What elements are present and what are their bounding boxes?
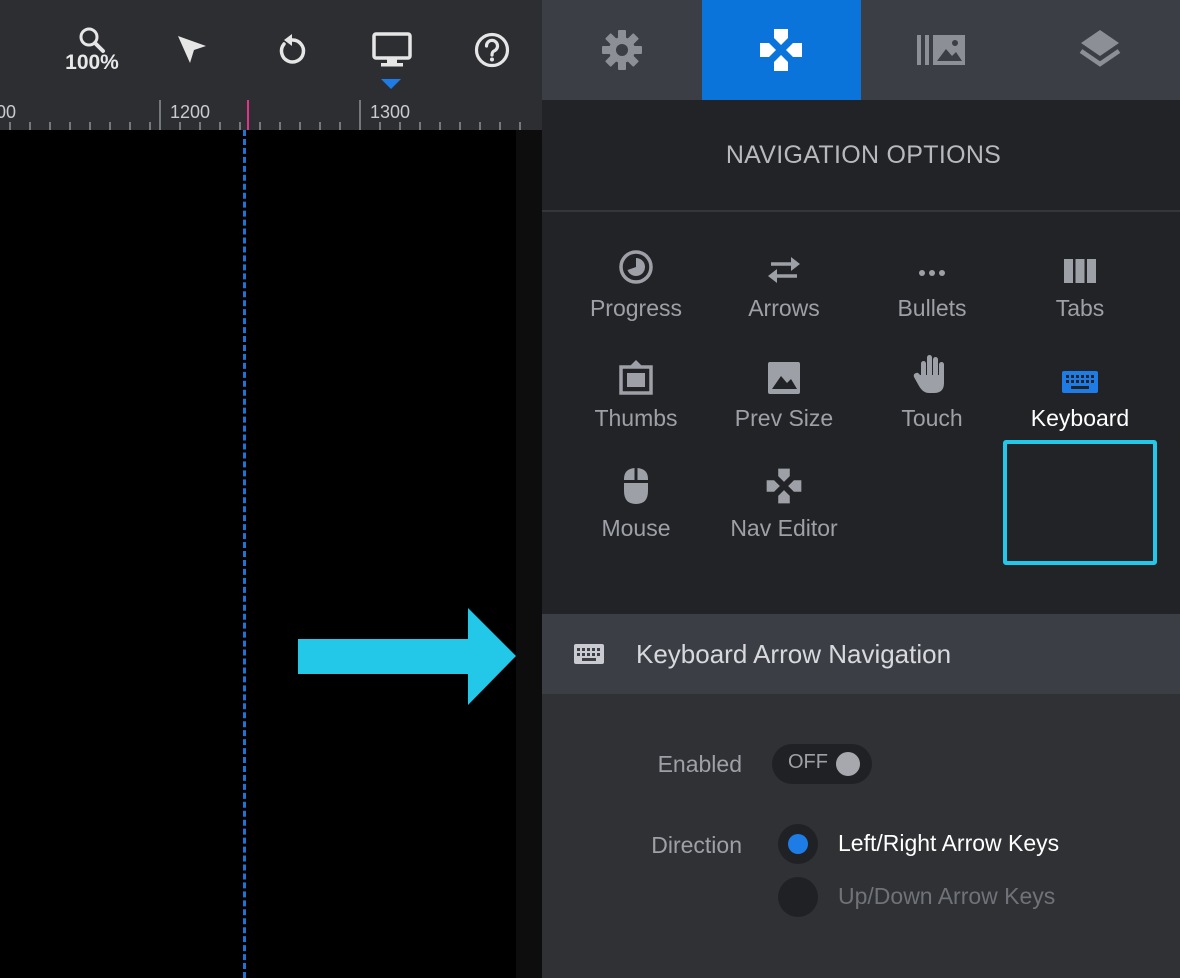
enabled-label: Enabled xyxy=(657,751,742,777)
nav-option-arrows[interactable]: Arrows xyxy=(710,212,858,322)
ruler-position-marker[interactable] xyxy=(247,100,249,130)
radio-selected-dot xyxy=(788,834,808,854)
keyboard-icon xyxy=(574,644,604,664)
gamepad-icon xyxy=(766,468,802,504)
slide-canvas[interactable] xyxy=(0,130,542,978)
tabs-icon xyxy=(1064,259,1096,283)
nav-option-label: Touch xyxy=(901,405,963,431)
tab-settings[interactable] xyxy=(542,0,702,100)
nav-option-label: Arrows xyxy=(748,295,820,321)
nav-option-label: Bullets xyxy=(897,295,967,321)
radio-left-right[interactable] xyxy=(778,824,818,864)
radio-label-up-down[interactable]: Up/Down Arrow Keys xyxy=(838,883,1055,910)
vertical-guide-line[interactable] xyxy=(243,130,246,978)
settings-gear-icon xyxy=(601,30,642,70)
callout-arrow-icon xyxy=(298,608,516,705)
navigation-options-panel: NAVIGATION OPTIONS Progress Arrows Bulle… xyxy=(542,100,1180,978)
tab-navigation[interactable] xyxy=(701,0,861,100)
direction-label: Direction xyxy=(651,832,742,858)
progress-icon xyxy=(619,250,653,284)
nav-option-label: Prev Size xyxy=(734,405,834,431)
ruler-label: 1300 xyxy=(370,102,411,122)
nav-option-progress[interactable]: Progress xyxy=(562,212,710,322)
bullets-icon xyxy=(919,270,945,276)
ruler-ticks xyxy=(9,100,521,130)
mouse-icon xyxy=(624,468,648,504)
undo-button[interactable] xyxy=(247,0,337,100)
zoom-button[interactable]: 100% xyxy=(47,0,137,100)
section-header[interactable]: Keyboard Arrow Navigation xyxy=(542,614,1180,694)
nav-option-nav-editor[interactable]: Nav Editor xyxy=(710,432,858,542)
image-icon xyxy=(768,362,800,394)
nav-option-label: Mouse xyxy=(601,515,671,541)
enabled-toggle[interactable]: OFF xyxy=(772,744,872,784)
slides-gallery-icon xyxy=(916,35,965,65)
nav-option-bullets[interactable]: Bullets xyxy=(858,212,1006,322)
arrows-icon xyxy=(768,257,800,283)
zoom-icon xyxy=(79,27,105,53)
radio-label-left-right[interactable]: Left/Right Arrow Keys xyxy=(838,830,1059,857)
help-icon xyxy=(474,32,510,68)
editor-toolbar: 100% xyxy=(0,0,542,100)
desktop-monitor-icon xyxy=(372,32,412,67)
nav-option-prev-size[interactable]: Prev Size xyxy=(710,322,858,432)
nav-option-label: Keyboard xyxy=(1030,405,1130,431)
nav-option-tabs[interactable]: Tabs xyxy=(1006,212,1154,322)
nav-option-label: Thumbs xyxy=(594,405,678,431)
layers-icon xyxy=(1079,30,1121,67)
keyboard-settings: Enabled OFF Direction Left/Right Arrow K… xyxy=(542,694,1180,978)
ruler-label: 00 xyxy=(0,102,17,122)
thumbs-icon xyxy=(619,360,653,395)
navigation-gamepad-icon xyxy=(760,29,803,71)
radio-up-down[interactable] xyxy=(778,877,818,917)
section-title: Keyboard Arrow Navigation xyxy=(636,638,952,669)
panel-tabs xyxy=(542,0,1180,100)
canvas-edge xyxy=(516,130,542,978)
tab-layers[interactable] xyxy=(1021,0,1180,100)
active-device-caret xyxy=(381,79,401,89)
select-pointer-icon xyxy=(178,36,206,63)
nav-option-label: Tabs xyxy=(1055,295,1105,321)
toggle-knob xyxy=(836,752,860,776)
zoom-level: 100% xyxy=(65,51,119,74)
selected-option-highlight xyxy=(1003,440,1157,565)
nav-option-keyboard[interactable]: Keyboard xyxy=(1006,322,1154,432)
hand-icon xyxy=(913,355,944,393)
nav-options-grid: Progress Arrows Bullets Tabs Thumbs Prev… xyxy=(542,212,1180,612)
select-tool-button[interactable] xyxy=(147,0,237,100)
keyboard-icon xyxy=(1062,371,1098,393)
nav-option-thumbs[interactable]: Thumbs xyxy=(562,322,710,432)
undo-icon xyxy=(279,34,306,64)
nav-option-label: Progress xyxy=(589,295,683,321)
nav-option-touch[interactable]: Touch xyxy=(858,322,1006,432)
nav-option-mouse[interactable]: Mouse xyxy=(562,432,710,542)
tab-slides[interactable] xyxy=(861,0,1021,100)
toggle-state-text: OFF xyxy=(788,751,828,773)
nav-option-label: Nav Editor xyxy=(730,515,838,541)
horizontal-ruler: 00 1200 1300 xyxy=(0,100,542,130)
panel-title-text: NAVIGATION OPTIONS xyxy=(725,140,1002,169)
help-button[interactable] xyxy=(447,0,537,100)
ruler-label: 1200 xyxy=(170,102,211,122)
panel-title: NAVIGATION OPTIONS xyxy=(542,100,1180,212)
